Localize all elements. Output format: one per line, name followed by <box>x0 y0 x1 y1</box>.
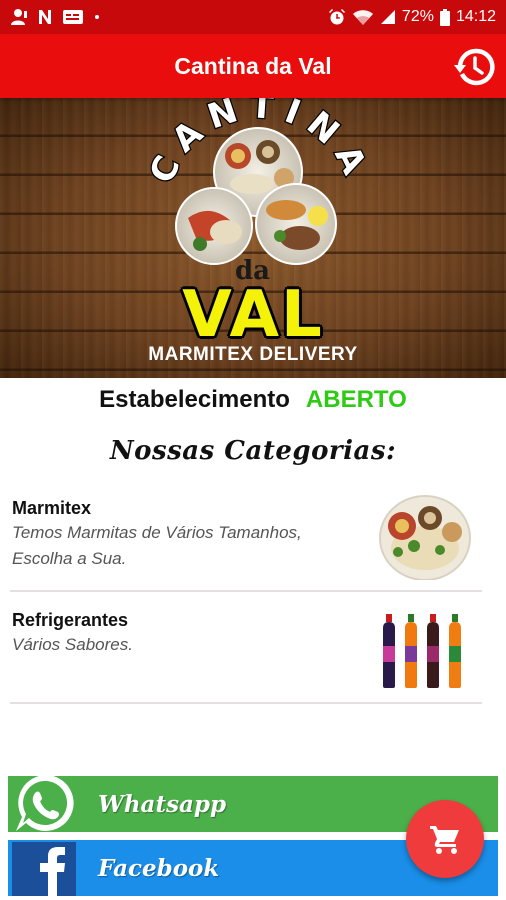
cc-icon <box>62 9 84 25</box>
status-bar: 72% 14:12 <box>0 0 506 34</box>
category-name: Refrigerantes <box>12 610 129 630</box>
category-description: Temos Marmitas de Vários Tamanhos, Escol… <box>12 523 302 568</box>
app-bar: Cantina da Val <box>0 34 506 98</box>
category-item-refrigerantes[interactable]: Refrigerantes Vários Sabores. <box>0 604 506 708</box>
wifi-icon <box>352 9 374 26</box>
whatsapp-icon <box>16 775 74 831</box>
dot-icon <box>94 14 100 20</box>
divider <box>10 702 482 704</box>
category-description: Vários Sabores. <box>12 635 133 654</box>
banner-subtitle: MARMITEX DELIVERY <box>148 344 358 365</box>
restaurant-banner: CANTINA da VAL MARMITEX DELIVERY <box>0 98 506 378</box>
facebook-icon <box>12 842 76 896</box>
n-icon <box>38 9 52 25</box>
food-plate-icon <box>379 495 471 580</box>
app-screen: 72% 14:12 Cantina da Val CANTINA da VAL … <box>0 0 506 900</box>
cart-button[interactable] <box>406 800 484 878</box>
battery-icon <box>439 8 450 26</box>
history-button[interactable] <box>454 46 496 88</box>
establishment-label: Estabelecimento <box>99 386 290 413</box>
category-name: Marmitex <box>12 498 92 518</box>
category-item-marmitex[interactable]: Marmitex Temos Marmitas de Vários Tamanh… <box>0 490 506 594</box>
divider <box>10 590 482 592</box>
history-icon <box>454 48 495 86</box>
cart-icon <box>430 826 459 854</box>
categories-heading: Nossas Categorias: <box>109 436 397 466</box>
establishment-status: Estabelecimento ABERTO <box>0 386 506 414</box>
signal-icon <box>380 9 396 25</box>
banner-title: VAL <box>182 278 324 352</box>
open-status-badge: ABERTO <box>305 386 407 413</box>
facebook-label: Facebook <box>98 854 220 882</box>
whatsapp-label: Whatsapp <box>98 790 227 818</box>
page-title: Cantina da Val <box>174 52 332 79</box>
battery-percent: 72% <box>401 8 434 25</box>
alarm-icon <box>328 8 346 26</box>
clock: 14:12 <box>455 8 496 25</box>
person-icon <box>10 8 28 26</box>
soda-bottles-icon <box>383 614 461 688</box>
